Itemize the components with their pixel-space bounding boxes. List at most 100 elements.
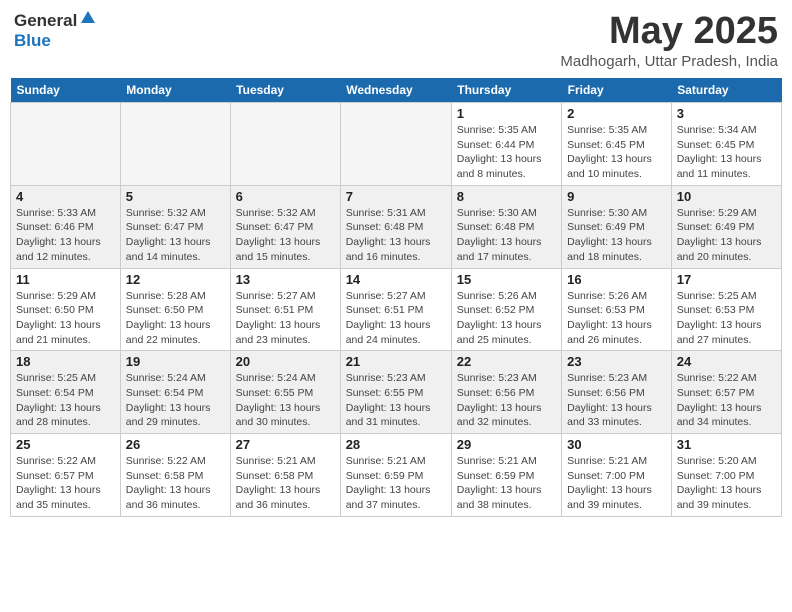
- calendar-day-cell: 19 Sunrise: 5:24 AM Sunset: 6:54 PM Dayli…: [120, 351, 230, 434]
- calendar-day-cell: 24Sunrise: 5:22 AM Sunset: 6:57 PM Dayli…: [671, 351, 781, 434]
- calendar-day-cell: 28 Sunrise: 5:21 AM Sunset: 6:59 PM Dayli…: [340, 434, 451, 517]
- day-number: 23: [567, 354, 666, 369]
- day-info: Sunrise: 5:25 AM Sunset: 6:54 PM Dayligh…: [16, 371, 115, 430]
- day-number: 22: [457, 354, 556, 369]
- calendar-day-cell: 20Sunrise: 5:24 AM Sunset: 6:55 PM Dayli…: [230, 351, 340, 434]
- calendar-day-cell: 1 Sunrise: 5:35 AM Sunset: 6:44 PM Daylig…: [451, 103, 561, 186]
- day-info: Sunrise: 5:28 AM Sunset: 6:50 PM Dayligh…: [126, 289, 225, 348]
- day-info: Sunrise: 5:23 AM Sunset: 6:56 PM Dayligh…: [567, 371, 666, 430]
- calendar-day-cell: 15Sunrise: 5:26 AM Sunset: 6:52 PM Dayli…: [451, 268, 561, 351]
- calendar-day-cell: [340, 103, 451, 186]
- calendar-day-cell: 12 Sunrise: 5:28 AM Sunset: 6:50 PM Dayli…: [120, 268, 230, 351]
- day-number: 17: [677, 272, 776, 287]
- calendar-week-row: 25 Sunrise: 5:22 AM Sunset: 6:57 PM Dayli…: [11, 434, 782, 517]
- logo-blue: Blue: [14, 31, 51, 50]
- day-info: Sunrise: 5:34 AM Sunset: 6:45 PM Dayligh…: [677, 123, 776, 182]
- calendar-day-cell: 11 Sunrise: 5:29 AM Sunset: 6:50 PM Dayli…: [11, 268, 121, 351]
- calendar-day-cell: 8Sunrise: 5:30 AM Sunset: 6:48 PM Daylig…: [451, 185, 561, 268]
- logo-arrow-icon: [80, 10, 96, 31]
- day-number: 15: [457, 272, 556, 287]
- day-info: Sunrise: 5:27 AM Sunset: 6:51 PM Dayligh…: [346, 289, 446, 348]
- weekday-header-friday: Friday: [562, 78, 672, 103]
- day-info: Sunrise: 5:29 AM Sunset: 6:50 PM Dayligh…: [16, 289, 115, 348]
- day-number: 2: [567, 106, 666, 121]
- day-info: Sunrise: 5:27 AM Sunset: 6:51 PM Dayligh…: [236, 289, 335, 348]
- weekday-header-sunday: Sunday: [11, 78, 121, 103]
- calendar-day-cell: 9 Sunrise: 5:30 AM Sunset: 6:49 PM Daylig…: [562, 185, 672, 268]
- calendar-day-cell: 22 Sunrise: 5:23 AM Sunset: 6:56 PM Dayli…: [451, 351, 561, 434]
- calendar-day-cell: 2 Sunrise: 5:35 AM Sunset: 6:45 PM Daylig…: [562, 103, 672, 186]
- day-info: Sunrise: 5:21 AM Sunset: 6:59 PM Dayligh…: [346, 454, 446, 513]
- day-info: Sunrise: 5:32 AM Sunset: 6:47 PM Dayligh…: [236, 206, 335, 265]
- month-year-title: May 2025: [560, 10, 778, 53]
- day-number: 6: [236, 189, 335, 204]
- logo: General Blue: [14, 10, 96, 51]
- day-number: 25: [16, 437, 115, 452]
- calendar-table: SundayMondayTuesdayWednesdayThursdayFrid…: [10, 78, 782, 517]
- day-info: Sunrise: 5:23 AM Sunset: 6:56 PM Dayligh…: [457, 371, 556, 430]
- calendar-week-row: 4Sunrise: 5:33 AM Sunset: 6:46 PM Daylig…: [11, 185, 782, 268]
- calendar-day-cell: 4Sunrise: 5:33 AM Sunset: 6:46 PM Daylig…: [11, 185, 121, 268]
- day-number: 9: [567, 189, 666, 204]
- day-info: Sunrise: 5:24 AM Sunset: 6:55 PM Dayligh…: [236, 371, 335, 430]
- day-number: 19: [126, 354, 225, 369]
- day-number: 21: [346, 354, 446, 369]
- day-info: Sunrise: 5:30 AM Sunset: 6:49 PM Dayligh…: [567, 206, 666, 265]
- day-info: Sunrise: 5:26 AM Sunset: 6:53 PM Dayligh…: [567, 289, 666, 348]
- day-number: 31: [677, 437, 776, 452]
- day-number: 30: [567, 437, 666, 452]
- calendar-day-cell: 30 Sunrise: 5:21 AM Sunset: 7:00 PM Dayli…: [562, 434, 672, 517]
- day-number: 29: [457, 437, 556, 452]
- weekday-header-tuesday: Tuesday: [230, 78, 340, 103]
- page-header: General Blue May 2025 Madhogarh, Uttar P…: [10, 10, 782, 70]
- day-info: Sunrise: 5:22 AM Sunset: 6:57 PM Dayligh…: [16, 454, 115, 513]
- day-info: Sunrise: 5:21 AM Sunset: 6:58 PM Dayligh…: [236, 454, 335, 513]
- day-number: 13: [236, 272, 335, 287]
- day-info: Sunrise: 5:35 AM Sunset: 6:45 PM Dayligh…: [567, 123, 666, 182]
- day-info: Sunrise: 5:29 AM Sunset: 6:49 PM Dayligh…: [677, 206, 776, 265]
- location-subtitle: Madhogarh, Uttar Pradesh, India: [560, 53, 778, 70]
- title-block: May 2025 Madhogarh, Uttar Pradesh, India: [560, 10, 778, 70]
- calendar-day-cell: 18 Sunrise: 5:25 AM Sunset: 6:54 PM Dayli…: [11, 351, 121, 434]
- day-number: 4: [16, 189, 115, 204]
- day-info: Sunrise: 5:35 AM Sunset: 6:44 PM Dayligh…: [457, 123, 556, 182]
- calendar-day-cell: [230, 103, 340, 186]
- day-info: Sunrise: 5:32 AM Sunset: 6:47 PM Dayligh…: [126, 206, 225, 265]
- day-info: Sunrise: 5:20 AM Sunset: 7:00 PM Dayligh…: [677, 454, 776, 513]
- weekday-header-monday: Monday: [120, 78, 230, 103]
- day-number: 5: [126, 189, 225, 204]
- day-number: 7: [346, 189, 446, 204]
- day-info: Sunrise: 5:23 AM Sunset: 6:55 PM Dayligh…: [346, 371, 446, 430]
- day-number: 1: [457, 106, 556, 121]
- calendar-day-cell: 29Sunrise: 5:21 AM Sunset: 6:59 PM Dayli…: [451, 434, 561, 517]
- weekday-header-saturday: Saturday: [671, 78, 781, 103]
- day-number: 18: [16, 354, 115, 369]
- day-info: Sunrise: 5:24 AM Sunset: 6:54 PM Dayligh…: [126, 371, 225, 430]
- calendar-day-cell: 26Sunrise: 5:22 AM Sunset: 6:58 PM Dayli…: [120, 434, 230, 517]
- day-number: 12: [126, 272, 225, 287]
- day-number: 3: [677, 106, 776, 121]
- day-info: Sunrise: 5:25 AM Sunset: 6:53 PM Dayligh…: [677, 289, 776, 348]
- day-number: 10: [677, 189, 776, 204]
- calendar-day-cell: 16 Sunrise: 5:26 AM Sunset: 6:53 PM Dayli…: [562, 268, 672, 351]
- weekday-header-wednesday: Wednesday: [340, 78, 451, 103]
- calendar-day-cell: 25 Sunrise: 5:22 AM Sunset: 6:57 PM Dayli…: [11, 434, 121, 517]
- logo-general: General: [14, 11, 77, 31]
- weekday-header-thursday: Thursday: [451, 78, 561, 103]
- calendar-day-cell: 6 Sunrise: 5:32 AM Sunset: 6:47 PM Daylig…: [230, 185, 340, 268]
- day-info: Sunrise: 5:31 AM Sunset: 6:48 PM Dayligh…: [346, 206, 446, 265]
- day-number: 28: [346, 437, 446, 452]
- calendar-day-cell: 5 Sunrise: 5:32 AM Sunset: 6:47 PM Daylig…: [120, 185, 230, 268]
- calendar-day-cell: [11, 103, 121, 186]
- calendar-week-row: 1 Sunrise: 5:35 AM Sunset: 6:44 PM Daylig…: [11, 103, 782, 186]
- calendar-day-cell: 7 Sunrise: 5:31 AM Sunset: 6:48 PM Daylig…: [340, 185, 451, 268]
- day-info: Sunrise: 5:22 AM Sunset: 6:58 PM Dayligh…: [126, 454, 225, 513]
- day-info: Sunrise: 5:21 AM Sunset: 7:00 PM Dayligh…: [567, 454, 666, 513]
- calendar-week-row: 18 Sunrise: 5:25 AM Sunset: 6:54 PM Dayli…: [11, 351, 782, 434]
- calendar-week-row: 11 Sunrise: 5:29 AM Sunset: 6:50 PM Dayli…: [11, 268, 782, 351]
- day-number: 11: [16, 272, 115, 287]
- day-number: 16: [567, 272, 666, 287]
- day-number: 27: [236, 437, 335, 452]
- calendar-day-cell: 10 Sunrise: 5:29 AM Sunset: 6:49 PM Dayli…: [671, 185, 781, 268]
- weekday-header-row: SundayMondayTuesdayWednesdayThursdayFrid…: [11, 78, 782, 103]
